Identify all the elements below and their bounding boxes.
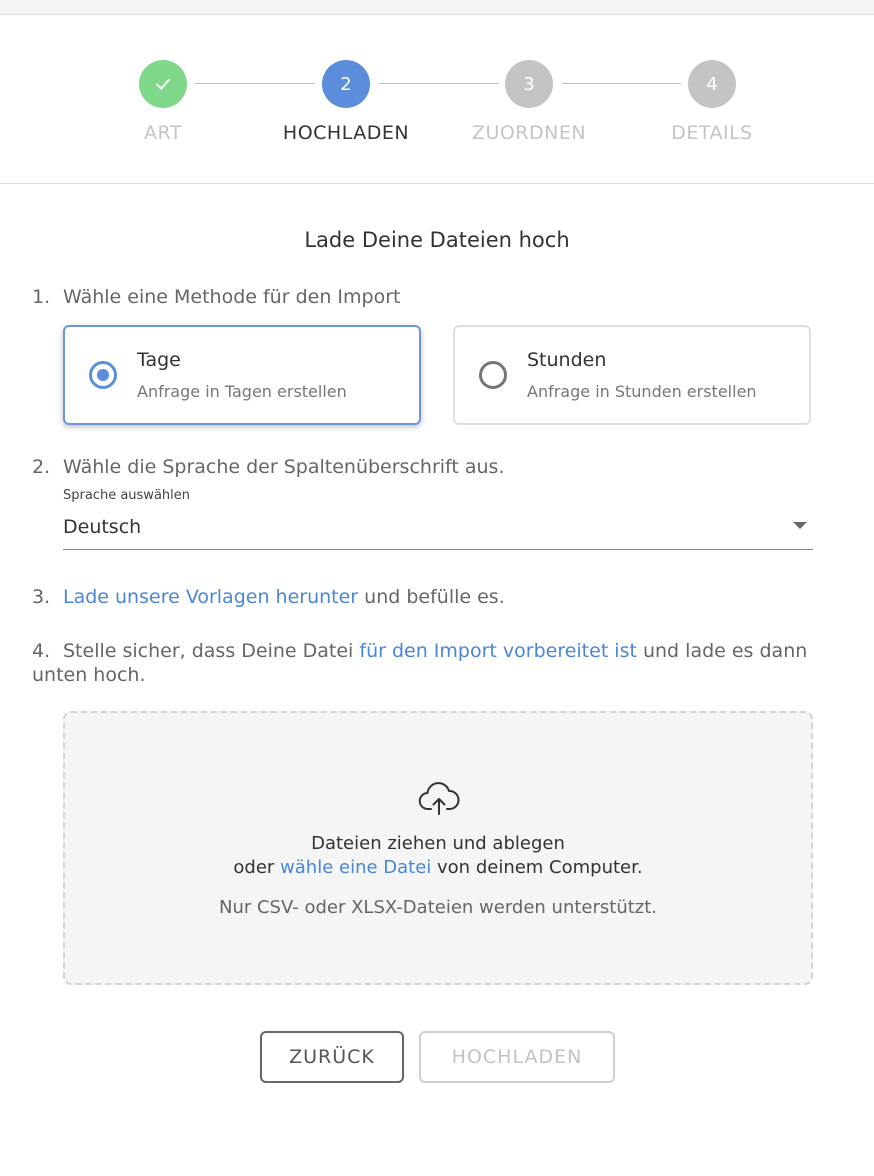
upload-button[interactable]: HOCHLADEN	[419, 1031, 615, 1083]
top-bar	[0, 0, 874, 15]
language-select-label: Sprache auswählen	[63, 488, 190, 503]
dropzone-text: von deinem Computer.	[431, 857, 643, 878]
dropzone-secondary-text: oder wähle eine Datei von deinem Compute…	[65, 857, 811, 878]
dropzone-text: oder	[233, 857, 281, 878]
step-number: 3.	[32, 586, 51, 608]
step-number: 2.	[32, 456, 51, 478]
cloud-upload-icon	[418, 782, 460, 815]
choose-file-link[interactable]: wähle eine Datei	[280, 857, 431, 878]
page-title: Lade Deine Dateien hoch	[304, 228, 570, 252]
check-icon	[156, 78, 170, 90]
step-number: 4.	[32, 640, 51, 662]
supported-formats-note: Nur CSV- oder XLSX-Dateien werden unters…	[218, 897, 658, 918]
method-card-days[interactable]: Tage Anfrage in Tagen erstellen	[63, 325, 421, 425]
language-select[interactable]: Deutsch	[63, 510, 813, 550]
method-card-hours[interactable]: Stunden Anfrage in Stunden erstellen	[453, 325, 811, 425]
file-dropzone[interactable]: Dateien ziehen und ablegen oder wähle ei…	[63, 711, 813, 985]
method-subtitle: Anfrage in Stunden erstellen	[527, 382, 757, 401]
step-connector	[195, 83, 315, 84]
step-1-label: ART	[144, 122, 182, 144]
step-4-label: DETAILS	[671, 122, 753, 144]
method-title: Tage	[137, 349, 181, 371]
step-4-instruction: 4. Stelle sicher, dass Deine Datei für de…	[32, 639, 812, 687]
method-subtitle: Anfrage in Tagen erstellen	[137, 382, 347, 401]
step-1-instruction: 1. Wähle eine Methode für den Import	[32, 285, 400, 309]
step-3-instruction: 3. Lade unsere Vorlagen herunter und befü…	[32, 585, 505, 609]
step-connector	[379, 83, 498, 84]
step-3-circle: 3	[505, 60, 553, 108]
step-text: und befülle es.	[358, 586, 505, 608]
language-select-value[interactable]: Deutsch	[63, 516, 141, 538]
step-text: Wähle eine Methode für den Import	[63, 286, 401, 308]
step-2-label: HOCHLADEN	[282, 122, 410, 144]
step-3-label: ZUORDNEN	[471, 122, 587, 144]
step-number: 1.	[32, 286, 51, 308]
radio-selected-icon[interactable]	[89, 361, 117, 389]
step-text: Wähle die Sprache der Spaltenüberschrift…	[63, 456, 505, 478]
back-button[interactable]: ZURÜCK	[260, 1031, 404, 1083]
radio-unselected-icon[interactable]	[479, 361, 507, 389]
step-1-circle	[139, 60, 187, 108]
step-connector	[562, 83, 681, 84]
step-4-circle: 4	[688, 60, 736, 108]
step-2-instruction: 2. Wähle die Sprache der Spaltenüberschri…	[32, 455, 505, 479]
import-preparation-link[interactable]: für den Import vorbereitet ist	[359, 640, 637, 662]
dropdown-arrow-icon[interactable]	[793, 522, 807, 529]
download-templates-link[interactable]: Lade unsere Vorlagen herunter	[63, 586, 358, 608]
stepper: ART 2 HOCHLADEN 3 ZUORDNEN 4 DETAILS	[0, 15, 874, 184]
step-text: Stelle sicher, dass Deine Datei	[63, 640, 360, 662]
method-title: Stunden	[527, 349, 607, 371]
dropzone-primary-text: Dateien ziehen und ablegen	[311, 833, 565, 854]
step-2-circle: 2	[322, 60, 370, 108]
